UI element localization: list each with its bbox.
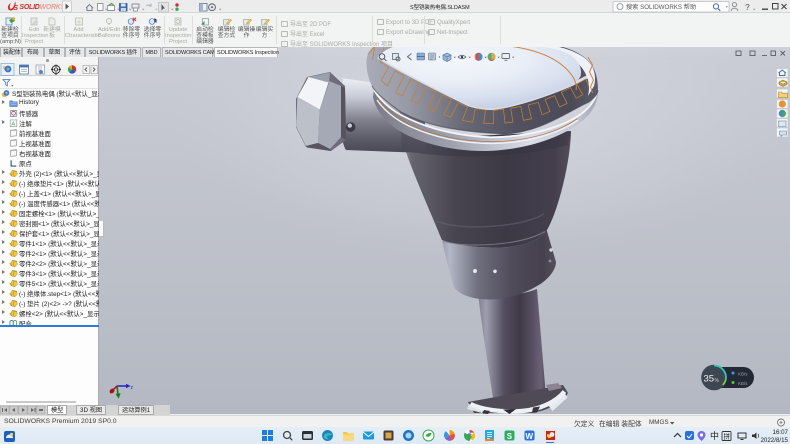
svg-text:搜索 SOLIDWORKS 帮助: 搜索 SOLIDWORKS 帮助	[626, 3, 696, 11]
svg-text:KB/s: KB/s	[738, 381, 748, 386]
svg-text:W: W	[526, 432, 534, 441]
svg-text:SOLIDWORKS: SOLIDWORKS	[20, 4, 66, 11]
svg-text:KB/s: KB/s	[738, 372, 748, 377]
svg-text:?: ?	[745, 2, 750, 12]
svg-text:z: z	[131, 385, 134, 391]
svg-text:S: S	[13, 3, 18, 12]
svg-text:35: 35	[704, 374, 715, 385]
svg-text:拼: 拼	[724, 432, 731, 441]
svg-text:S: S	[507, 432, 513, 441]
svg-text:中: 中	[710, 430, 719, 441]
svg-text:A: A	[11, 121, 15, 127]
svg-text:S型铠装热电偶.SLDASM: S型铠装热电偶.SLDASM	[410, 3, 470, 11]
svg-text:%: %	[715, 378, 720, 384]
